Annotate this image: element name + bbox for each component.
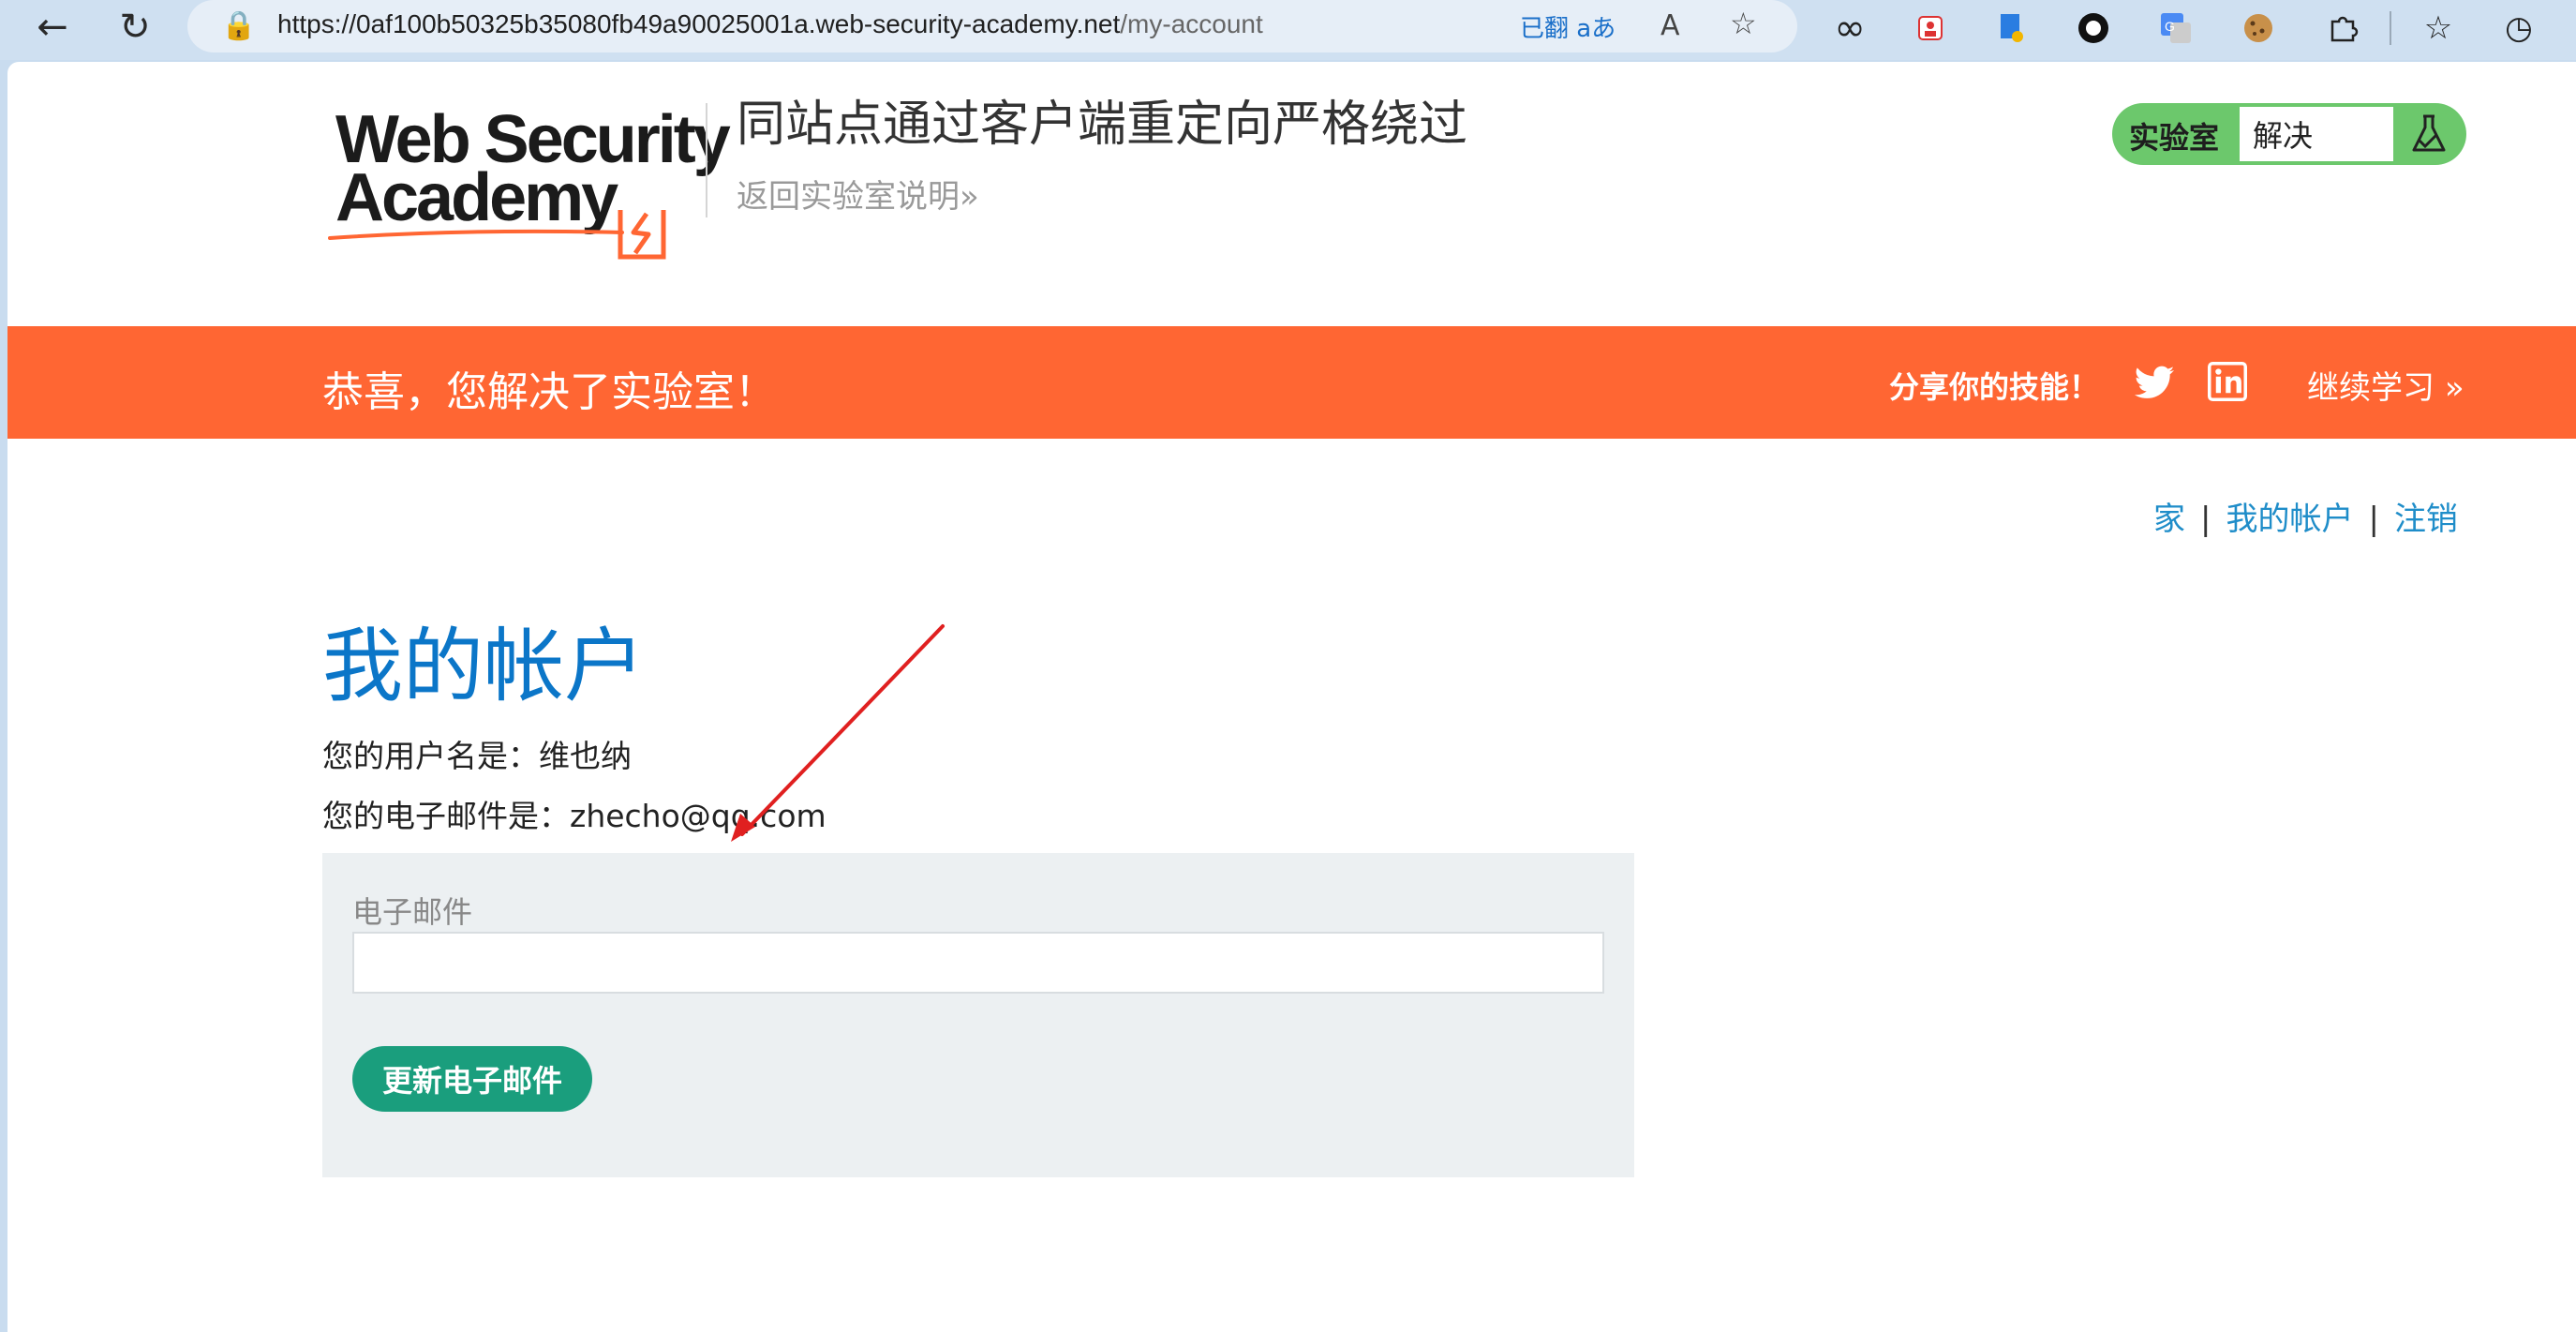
logo-underline (328, 229, 624, 240)
twitter-icon[interactable] (2133, 362, 2176, 405)
nav-my-account-link[interactable]: 我的帐户 (2226, 501, 2353, 538)
translate-status[interactable]: 已翻 aあ (1520, 9, 1616, 44)
lab-title: 同站点通过客户端重定向严格绕过 (737, 97, 1468, 153)
lab-solved-banner: 恭喜，您解决了实验室！ 分享你的技能！ 继续学习 » (7, 326, 2576, 439)
nav-logout-link[interactable]: 注销 (2394, 501, 2458, 538)
favorite-star-icon[interactable]: ☆ (1730, 6, 1757, 41)
nav-separator: | (2368, 501, 2379, 538)
change-email-form: 电子邮件 更新电子邮件 (322, 853, 1634, 1177)
translate-aa-icon: aあ (1576, 15, 1616, 43)
lock-icon[interactable]: 🔒 (221, 9, 256, 42)
email-field-label: 电子邮件 (352, 894, 473, 930)
double-chevron-icon: » (960, 178, 979, 216)
nav-separator: | (2200, 501, 2211, 538)
favorites-icon[interactable]: ☆ (2416, 6, 2461, 51)
browser-toolbar: ← ↻ 🔒 https://0af100b50325b35080fb49a900… (0, 0, 2576, 60)
toolbar-divider (2390, 11, 2391, 45)
back-icon[interactable]: ← (24, 2, 81, 52)
read-aloud-icon[interactable]: A (1660, 9, 1680, 42)
email-field[interactable] (352, 932, 1604, 994)
academy-logo[interactable]: Web Security Academy (326, 101, 731, 260)
lab-status-value: 解决 (2240, 107, 2393, 161)
back-to-lab-description-link[interactable]: 返回实验室说明» (737, 171, 979, 217)
linkedin-icon[interactable] (2208, 362, 2247, 401)
page-viewport: Web Security Academy 同站点通过客户端重定向严格绕过 返回实… (7, 62, 2576, 1332)
back-link-label: 返回实验室说明 (737, 178, 960, 216)
circle-icon[interactable] (2071, 6, 2116, 51)
refresh-icon[interactable]: ↻ (107, 2, 163, 52)
url-text[interactable]: https://0af100b50325b35080fb49a90025001a… (277, 9, 1263, 39)
username-info: 您的用户名是：维也纳 (322, 738, 632, 774)
solved-message: 恭喜，您解决了实验室！ (322, 368, 776, 416)
page-title: 我的帐户 (322, 620, 645, 713)
history-icon[interactable]: ◷ (2496, 6, 2541, 51)
lab-status-badge: 实验室 解决 (2112, 103, 2466, 165)
address-bar[interactable]: 🔒 https://0af100b50325b35080fb49a9002500… (187, 0, 1797, 52)
continue-learning-label: 继续学习 (2307, 369, 2435, 407)
nav-home-link[interactable]: 家 (2153, 501, 2185, 538)
cookie-icon[interactable] (2236, 6, 2281, 51)
share-skills-label: 分享你的技能！ (1889, 369, 2100, 405)
svg-text:G: G (2165, 19, 2175, 34)
page-content: Web Security Academy 同站点通过客户端重定向严格绕过 返回实… (7, 62, 2576, 1332)
translate-icon[interactable]: G (2153, 6, 2198, 51)
update-email-button[interactable]: 更新电子邮件 (352, 1046, 592, 1112)
puzzle-icon[interactable] (2320, 6, 2365, 51)
url-path: /my-account (1120, 9, 1263, 38)
infinity-icon[interactable]: ∞ (1827, 6, 1872, 51)
badge-label: 实验室 (2129, 120, 2220, 156)
document-icon[interactable] (1988, 6, 2033, 51)
flask-icon (2412, 114, 2446, 152)
annotation-arrow (731, 624, 945, 842)
translate-label: 已翻 (1520, 15, 1570, 43)
continue-learning-link[interactable]: 继续学习 » (2307, 362, 2464, 408)
account-nav: 家 | 我的帐户 | 注销 (2153, 493, 2458, 539)
person-icon[interactable] (1908, 6, 1953, 51)
header-divider (706, 103, 707, 217)
double-chevron-icon: » (2444, 369, 2464, 407)
url-base: https://0af100b50325b35080fb49a90025001a… (277, 9, 1121, 38)
